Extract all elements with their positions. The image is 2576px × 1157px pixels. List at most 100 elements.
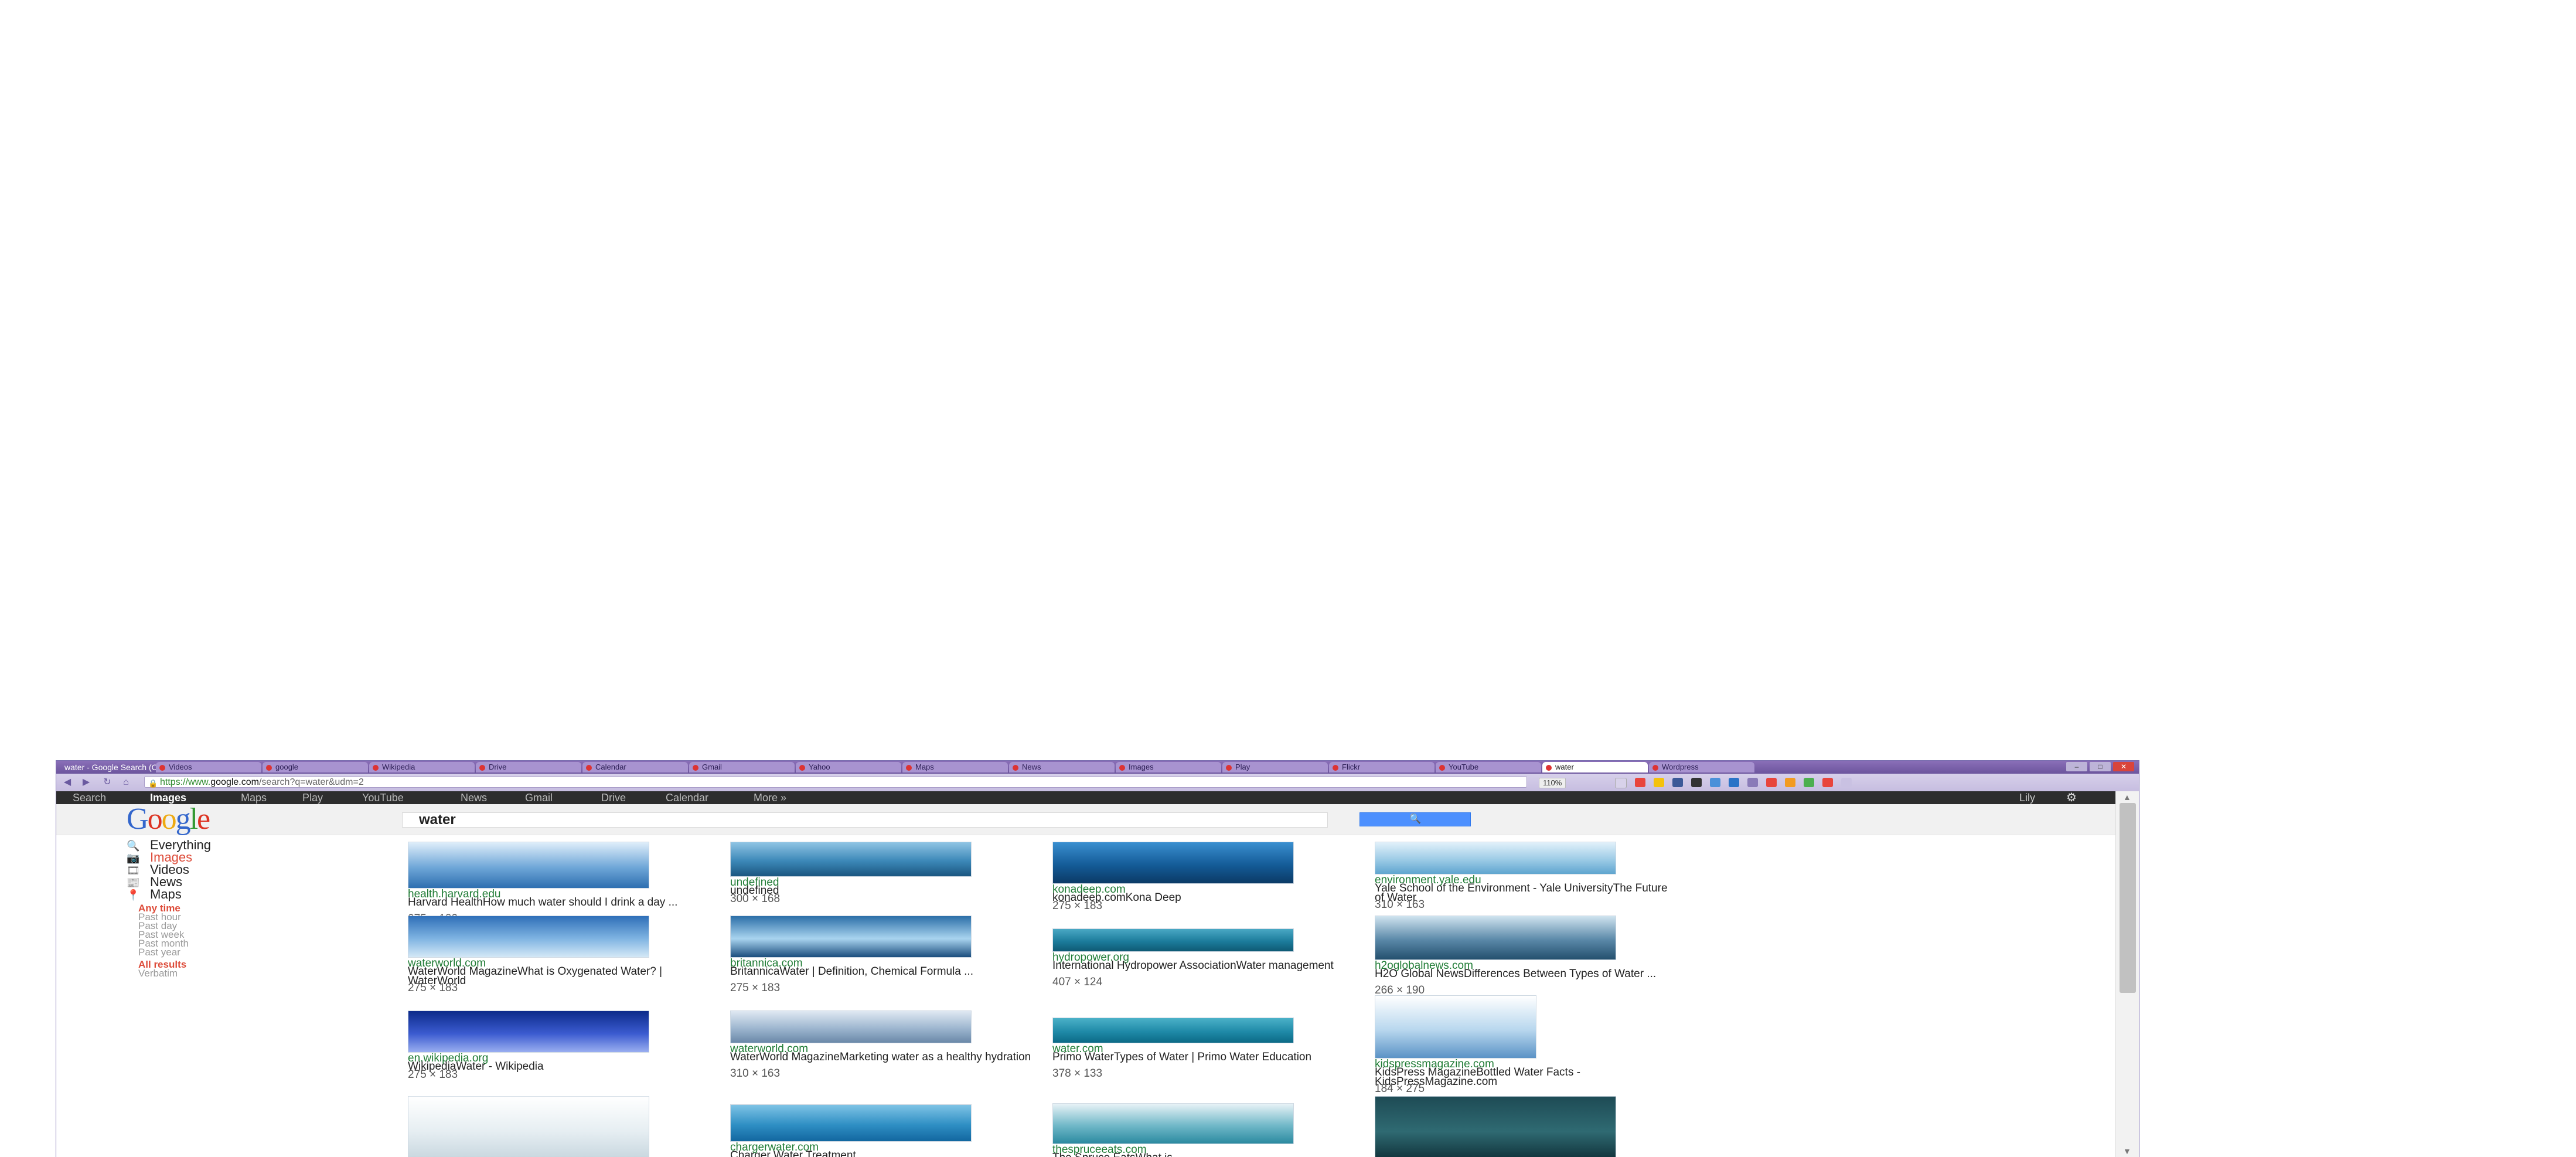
- settings-gear-icon[interactable]: ⚙: [2066, 791, 2077, 804]
- image-thumbnail[interactable]: [1375, 1096, 1616, 1157]
- sidebar-item-news[interactable]: 📰 News: [127, 876, 182, 889]
- extension-blue-icon[interactable]: [1672, 778, 1683, 787]
- image-thumbnail[interactable]: [1375, 916, 1616, 960]
- image-thumbnail[interactable]: [1052, 1018, 1294, 1043]
- browser-tab[interactable]: Wikipedia: [369, 762, 475, 773]
- gbar-link-search[interactable]: Search: [73, 791, 106, 804]
- image-thumbnail[interactable]: [408, 842, 649, 889]
- extension-dark-icon[interactable]: [1691, 778, 1702, 787]
- result-caption[interactable]: WaterWorld MagazineMarketing water as a …: [730, 1051, 1035, 1063]
- browser-tab[interactable]: water: [1542, 762, 1648, 773]
- browser-tab[interactable]: YouTube: [1436, 762, 1541, 773]
- image-thumbnail[interactable]: [1052, 1103, 1294, 1144]
- home-icon[interactable]: ⌂: [120, 777, 132, 788]
- browser-tab[interactable]: Play: [1222, 762, 1328, 773]
- result-caption[interactable]: The Spruce EatsWhat is: [1052, 1152, 1357, 1157]
- image-thumbnail[interactable]: [1375, 995, 1536, 1059]
- scroll-down-icon[interactable]: ▼: [2123, 1146, 2131, 1156]
- extension-facebook-icon[interactable]: [1729, 778, 1739, 787]
- image-thumbnail[interactable]: [1052, 842, 1294, 884]
- image-thumbnail[interactable]: [408, 916, 649, 958]
- browser-tab[interactable]: google: [263, 762, 368, 773]
- extension-green-icon[interactable]: [1804, 778, 1814, 787]
- tab-favicon-icon: [479, 764, 485, 771]
- tab-label: Wikipedia: [382, 763, 415, 771]
- search-input[interactable]: water: [402, 812, 1328, 828]
- image-thumbnail[interactable]: [1375, 842, 1616, 874]
- result-caption[interactable]: Primo WaterTypes of Water | Primo Water …: [1052, 1051, 1357, 1063]
- sidebar-item-everything[interactable]: 🔍 Everything: [127, 839, 211, 852]
- result-caption[interactable]: Harvard HealthHow much water should I dr…: [408, 897, 713, 908]
- google-logo[interactable]: Google: [127, 804, 210, 835]
- gbar-link-calendar[interactable]: Calendar: [666, 791, 708, 804]
- image-thumbnail[interactable]: [730, 842, 972, 877]
- sidebar-item-videos[interactable]: 🎞 Videos: [127, 863, 189, 877]
- tab-favicon-icon: [1546, 764, 1552, 771]
- browser-tab[interactable]: Yahoo: [796, 762, 901, 773]
- result-filter[interactable]: Verbatim: [138, 968, 178, 978]
- forward-icon[interactable]: ▶: [80, 777, 93, 788]
- image-thumbnail[interactable]: [408, 1096, 649, 1157]
- user-name[interactable]: Lily: [2019, 791, 2035, 804]
- search-button[interactable]: 🔍: [1359, 812, 1471, 826]
- gbar-link-maps[interactable]: Maps: [241, 791, 267, 804]
- tab-label: Videos: [169, 763, 192, 771]
- address-bar[interactable]: 🔒 https://www.google.com/search?q=water&…: [144, 776, 1527, 788]
- time-filter[interactable]: Past year: [138, 947, 180, 957]
- image-thumbnail[interactable]: [408, 1010, 649, 1053]
- extension-icons: [1615, 778, 1852, 788]
- gbar-link-youtube[interactable]: YouTube: [362, 791, 404, 804]
- reload-icon[interactable]: ↻: [101, 777, 114, 788]
- extension-orange-icon[interactable]: [1785, 778, 1795, 787]
- browser-tab[interactable]: Flickr: [1329, 762, 1434, 773]
- extension-red-icon[interactable]: [1635, 778, 1645, 787]
- tab-label: Flickr: [1342, 763, 1361, 771]
- browser-tab[interactable]: Wordpress: [1649, 762, 1754, 773]
- tab-label: Wordpress: [1662, 763, 1699, 771]
- tab-favicon-icon: [1652, 764, 1658, 771]
- image-thumbnail[interactable]: [730, 1010, 972, 1043]
- sidebar-item-maps[interactable]: 📍 Maps: [127, 888, 182, 901]
- tab-favicon-icon: [1226, 764, 1232, 771]
- gbar-link-gmail[interactable]: Gmail: [525, 791, 553, 804]
- browser-tab[interactable]: Maps: [902, 762, 1008, 773]
- image-thumbnail[interactable]: [730, 1104, 972, 1142]
- gbar-link-news[interactable]: News: [461, 791, 487, 804]
- map-pin-icon: 📍: [127, 889, 140, 901]
- gbar-link-play[interactable]: Play: [302, 791, 323, 804]
- image-thumbnail[interactable]: [1052, 928, 1294, 952]
- browser-tab[interactable]: News: [1009, 762, 1115, 773]
- sidebar-item-images[interactable]: 📷 Images: [127, 851, 192, 865]
- extension-red2-icon[interactable]: [1766, 778, 1777, 787]
- close-icon[interactable]: ✕: [2113, 762, 2134, 771]
- back-icon[interactable]: ◀: [61, 777, 74, 788]
- maximize-icon[interactable]: □: [2090, 762, 2111, 771]
- extension-red3-icon[interactable]: [1822, 778, 1833, 787]
- gbar-link-more[interactable]: More »: [754, 791, 786, 804]
- zoom-badge[interactable]: 110%: [1539, 778, 1566, 788]
- result-caption[interactable]: International Hydropower AssociationWate…: [1052, 960, 1357, 971]
- browser-tab[interactable]: Images: [1116, 762, 1221, 773]
- browser-tab[interactable]: Videos: [156, 762, 261, 773]
- extension-light-blue-icon[interactable]: [1710, 778, 1720, 787]
- tab-favicon-icon: [693, 764, 698, 771]
- result-caption[interactable]: Charger Water Treatment: [730, 1150, 1035, 1157]
- scroll-up-icon[interactable]: ▲: [2123, 792, 2131, 802]
- minimize-icon[interactable]: –: [2066, 762, 2087, 771]
- extension-yellow-icon[interactable]: [1654, 778, 1664, 787]
- star-icon[interactable]: [1615, 778, 1627, 788]
- browser-tab[interactable]: Calendar: [582, 762, 688, 773]
- result-caption[interactable]: H2O Global NewsDifferences Between Types…: [1375, 968, 1679, 979]
- image-thumbnail[interactable]: [730, 916, 972, 958]
- browser-tab[interactable]: Gmail: [689, 762, 795, 773]
- extension-purple-icon[interactable]: [1747, 778, 1758, 787]
- result-dimensions: 275 × 183: [730, 982, 781, 994]
- lock-icon: 🔒: [148, 779, 158, 788]
- tab-favicon-icon: [906, 764, 912, 771]
- menu-icon[interactable]: [1841, 778, 1852, 787]
- result-caption[interactable]: BritannicaWater | Definition, Chemical F…: [730, 966, 1035, 977]
- scroll-thumb[interactable]: [2120, 803, 2136, 993]
- scrollbar[interactable]: ▲ ▼: [2115, 791, 2139, 1157]
- gbar-link-drive[interactable]: Drive: [601, 791, 626, 804]
- browser-tab[interactable]: Drive: [476, 762, 581, 773]
